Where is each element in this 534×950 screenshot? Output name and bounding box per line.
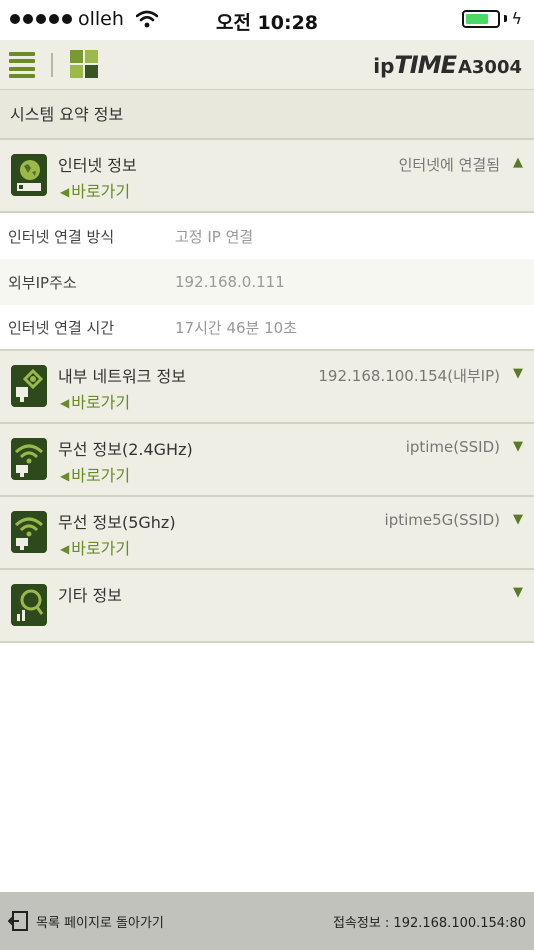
expand-arrow-icon[interactable]: ▼ (513, 439, 523, 454)
page-title: 시스템 요약 정보 (0, 90, 534, 140)
home-grid-icon[interactable] (70, 50, 98, 78)
clock: 오전 10:28 (215, 12, 319, 34)
hamburger-menu-icon[interactable] (9, 52, 35, 78)
group-title: 무선 정보(5Ghz) (58, 513, 176, 532)
detail-row: 인터넷 연결 방식 고정 IP 연결 (0, 213, 534, 259)
group-title: 무선 정보(2.4GHz) (58, 440, 193, 459)
battery-icon (462, 9, 501, 28)
detail-label: 외부IP주소 (8, 273, 77, 292)
shortcut-link[interactable]: 바로가기 (60, 535, 130, 559)
exit-arrow-icon[interactable] (8, 911, 28, 931)
internal-ip-status: 192.168.100.154(내부IP) (318, 367, 500, 385)
wireless-icon (11, 511, 47, 553)
collapse-arrow-icon[interactable]: ▲ (513, 155, 523, 170)
detail-label: 인터넷 연결 시간 (8, 318, 115, 337)
group-title: 기타 정보 (58, 586, 122, 605)
ssid-status: iptime(SSID) (405, 438, 500, 456)
header-divider (51, 53, 53, 77)
logo-brand: TIME (394, 51, 457, 79)
network-icon (11, 365, 47, 407)
expand-arrow-icon[interactable]: ▼ (513, 366, 523, 381)
battery-status: ϟ (462, 9, 522, 28)
charging-icon: ϟ (511, 9, 522, 28)
detail-value: 17시간 46분 10초 (175, 318, 297, 337)
detail-row: 외부IP주소 192.168.0.111 (0, 259, 534, 305)
expand-arrow-icon[interactable]: ▼ (513, 512, 523, 527)
detail-label: 인터넷 연결 방식 (8, 227, 115, 246)
detail-row: 인터넷 연결 시간 17시간 46분 10초 (0, 305, 534, 351)
expand-arrow-icon[interactable]: ▼ (513, 585, 523, 600)
internet-globe-icon (11, 154, 47, 196)
shortcut-link[interactable]: 바로가기 (60, 178, 130, 202)
group-internal-network[interactable]: 내부 네트워크 정보 바로가기 192.168.100.154(내부IP) ▼ (0, 351, 534, 424)
app-header: ipTIME A3004 (0, 40, 534, 90)
ssid-status: iptime5G(SSID) (384, 511, 500, 529)
back-to-list-link[interactable]: 목록 페이지로 돌아가기 (36, 912, 164, 931)
group-internet-info[interactable]: 인터넷 정보 바로가기 인터넷에 연결됨 ▲ (0, 140, 534, 213)
internet-status: 인터넷에 연결됨 (398, 156, 500, 174)
shortcut-link[interactable]: 바로가기 (60, 389, 130, 413)
group-wireless-5ghz[interactable]: 무선 정보(5Ghz) 바로가기 iptime5G(SSID) ▼ (0, 497, 534, 570)
group-title: 내부 네트워크 정보 (58, 367, 186, 386)
internet-details: 인터넷 연결 방식 고정 IP 연결 외부IP주소 192.168.0.111 … (0, 213, 534, 351)
shortcut-link[interactable]: 바로가기 (60, 462, 130, 486)
footer-bar: 목록 페이지로 돌아가기 접속정보 : 192.168.100.154:80 (0, 892, 534, 950)
status-bar: olleh 오전 10:28 ϟ (0, 0, 534, 40)
magnifier-chart-icon (11, 584, 47, 626)
detail-value: 192.168.0.111 (175, 273, 285, 291)
group-wireless-24ghz[interactable]: 무선 정보(2.4GHz) 바로가기 iptime(SSID) ▼ (0, 424, 534, 497)
group-title: 인터넷 정보 (58, 156, 137, 175)
connection-info: 접속정보 : 192.168.100.154:80 (332, 915, 526, 931)
logo-prefix: ip (373, 54, 395, 78)
router-model: A3004 (457, 57, 522, 78)
group-other-info[interactable]: 기타 정보 ▼ (0, 570, 534, 643)
iptime-logo: ipTIME A3004 (373, 51, 522, 79)
wireless-icon (11, 438, 47, 480)
detail-value: 고정 IP 연결 (175, 227, 254, 246)
